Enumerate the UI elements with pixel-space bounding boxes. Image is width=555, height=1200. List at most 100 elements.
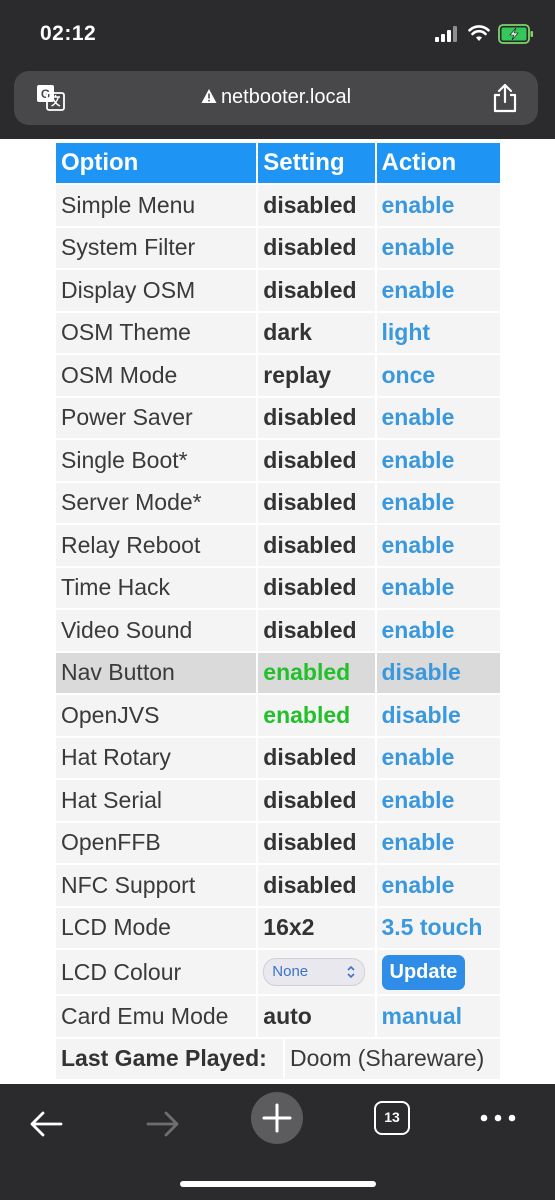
action-link[interactable]: enable [376, 185, 500, 226]
table-row: LCD Mode 16x2 3.5 touch [56, 907, 500, 948]
table-row: Simple Menu disabled enable [56, 185, 500, 226]
chevron-up-down-icon [347, 966, 355, 979]
option-name: Hat Serial [56, 780, 257, 821]
action-link[interactable]: enable [376, 865, 500, 906]
table-row: NFC Support disabled enable [56, 865, 500, 906]
last-game-label: Last Game Played: [56, 1038, 283, 1079]
back-arrow-icon[interactable] [25, 1102, 69, 1146]
action-link[interactable]: light [376, 312, 500, 353]
action-link[interactable]: enable [376, 482, 500, 523]
action-link[interactable]: enable [376, 610, 500, 651]
header-setting: Setting [258, 143, 375, 183]
action-link[interactable]: enable [376, 780, 500, 821]
action-link[interactable]: enable [376, 822, 500, 863]
options-table-container: Option Setting Action Simple Menu disabl… [54, 141, 502, 1081]
new-tab-button[interactable] [251, 1092, 303, 1144]
table-row: Single Boot* disabled enable [56, 440, 500, 481]
last-game-row: Last Game Played: Doom (Shareware) [56, 1038, 500, 1079]
select-value: None [272, 963, 309, 981]
header-option: Option [56, 143, 257, 183]
setting-value: replay [258, 355, 375, 396]
action-link[interactable]: disable [376, 695, 500, 736]
forward-arrow-icon[interactable] [140, 1102, 184, 1146]
last-game-table: Last Game Played: Doom (Shareware) [54, 1037, 502, 1081]
update-button-cell: Update [376, 950, 500, 994]
table-row: Display OSM disabled enable [56, 270, 500, 311]
setting-value: disabled [258, 227, 375, 268]
action-link[interactable]: manual [376, 996, 500, 1037]
option-name: Time Hack [56, 567, 257, 608]
action-link[interactable]: enable [376, 440, 500, 481]
update-button[interactable]: Update [381, 954, 466, 990]
setting-value: disabled [258, 440, 375, 481]
option-name: OpenJVS [56, 695, 257, 736]
setting-value: disabled [258, 822, 375, 863]
option-name: Simple Menu [56, 185, 257, 226]
table-row: Hat Rotary disabled enable [56, 737, 500, 778]
action-link[interactable]: enable [376, 397, 500, 438]
action-link[interactable]: enable [376, 567, 500, 608]
option-name: Card Emu Mode [56, 996, 257, 1037]
option-name: Nav Button [56, 652, 257, 693]
action-link[interactable]: enable [376, 525, 500, 566]
action-link[interactable]: 3.5 touch [376, 907, 500, 948]
share-icon[interactable] [492, 83, 518, 113]
option-name: Single Boot* [56, 440, 257, 481]
option-name: LCD Mode [56, 907, 257, 948]
setting-value: disabled [258, 185, 375, 226]
option-name: NFC Support [56, 865, 257, 906]
action-link[interactable]: disable [376, 652, 500, 693]
table-header-row: Option Setting Action [56, 143, 500, 183]
setting-value-enabled: enabled [258, 652, 375, 693]
action-link[interactable]: once [376, 355, 500, 396]
table-row: Relay Reboot disabled enable [56, 525, 500, 566]
action-link[interactable]: enable [376, 737, 500, 778]
setting-value: disabled [258, 567, 375, 608]
option-name: Server Mode* [56, 482, 257, 523]
table-row: OpenJVS enabled disable [56, 695, 500, 736]
option-name: OpenFFB [56, 822, 257, 863]
table-row: Card Emu Mode auto manual [56, 996, 500, 1037]
setting-value: disabled [258, 780, 375, 821]
address-bar[interactable]: G netbooter.local [14, 71, 538, 125]
cellular-signal-icon [435, 26, 459, 42]
option-name: Video Sound [56, 610, 257, 651]
browser-top-chrome: 02:12 G netbooter.local [0, 0, 555, 139]
options-table: Option Setting Action Simple Menu disabl… [54, 141, 502, 1039]
status-time: 02:12 [40, 22, 97, 45]
last-game-value: Doom (Shareware) [285, 1038, 500, 1079]
tabs-count-button[interactable]: 13 [374, 1101, 410, 1135]
table-row: System Filter disabled enable [56, 227, 500, 268]
url-display[interactable]: netbooter.local [14, 86, 538, 109]
setting-value-enabled: enabled [258, 695, 375, 736]
setting-value: disabled [258, 865, 375, 906]
home-indicator [180, 1181, 376, 1187]
setting-value: disabled [258, 270, 375, 311]
action-link[interactable]: enable [376, 227, 500, 268]
wifi-icon [468, 25, 490, 41]
table-row: OSM Theme dark light [56, 312, 500, 353]
option-name: OSM Theme [56, 312, 257, 353]
setting-value: disabled [258, 610, 375, 651]
header-action: Action [376, 143, 500, 183]
table-row: Server Mode* disabled enable [56, 482, 500, 523]
table-row: Hat Serial disabled enable [56, 780, 500, 821]
option-name: LCD Colour [56, 950, 257, 994]
url-text: netbooter.local [220, 86, 352, 108]
option-name: Display OSM [56, 270, 257, 311]
option-name: Hat Rotary [56, 737, 257, 778]
warning-icon [201, 89, 217, 103]
more-options-icon[interactable] [478, 1111, 518, 1125]
option-name: System Filter [56, 227, 257, 268]
option-name: Power Saver [56, 397, 257, 438]
action-link[interactable]: enable [376, 270, 500, 311]
option-name: Relay Reboot [56, 525, 257, 566]
lcd-colour-select[interactable]: None [263, 958, 366, 987]
table-row: Time Hack disabled enable [56, 567, 500, 608]
setting-value: auto [258, 996, 375, 1037]
setting-value: disabled [258, 397, 375, 438]
option-name: OSM Mode [56, 355, 257, 396]
setting-value: disabled [258, 737, 375, 778]
setting-value: 16x2 [258, 907, 375, 948]
table-row: Video Sound disabled enable [56, 610, 500, 651]
